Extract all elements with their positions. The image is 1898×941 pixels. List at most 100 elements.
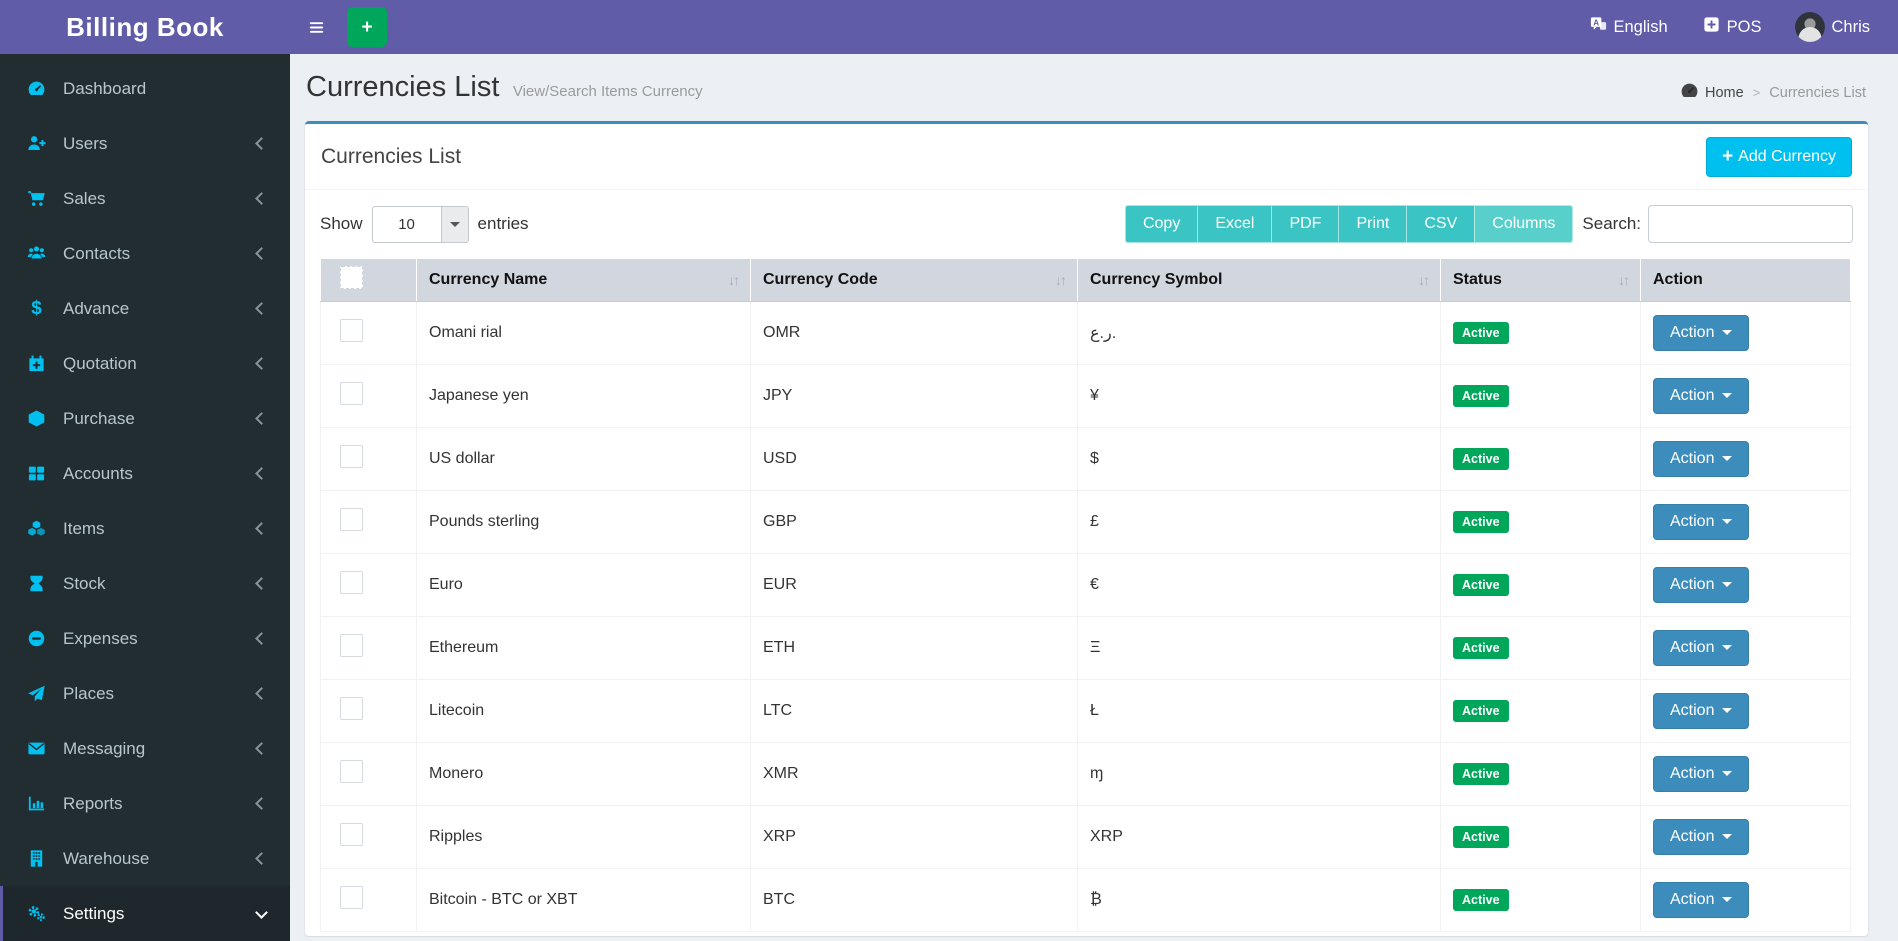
sidebar-item[interactable]: Quotation — [0, 336, 290, 391]
action-label: Action — [1670, 702, 1714, 720]
action-cell: Action — [1641, 805, 1851, 868]
action-dropdown-button[interactable]: Action — [1653, 441, 1749, 477]
sidebar-item-icon — [23, 244, 50, 263]
sidebar-item[interactable]: Reports — [0, 776, 290, 831]
chevron-icon — [255, 797, 268, 810]
sidebar-item-icon — [23, 519, 50, 538]
row-select-cell — [321, 427, 417, 490]
action-cell: Action — [1641, 364, 1851, 427]
select-all-checkbox[interactable] — [340, 266, 363, 289]
add-currency-button[interactable]: + Add Currency — [1706, 137, 1852, 177]
sidebar-item[interactable]: Messaging — [0, 721, 290, 776]
action-dropdown-button[interactable]: Action — [1653, 378, 1749, 414]
language-menu[interactable]: A English — [1589, 15, 1668, 39]
table-row: Omani rial OMR ر.ع. Active Action — [321, 301, 1851, 364]
currency-symbol-cell: $ — [1078, 427, 1441, 490]
sidebar-item-label: Settings — [63, 904, 124, 924]
sidebar-item-icon — [23, 464, 50, 483]
status-badge: Active — [1453, 448, 1509, 470]
quick-add-button[interactable]: + — [347, 7, 387, 47]
status-cell: Active — [1441, 868, 1641, 931]
page-size-select[interactable]: 10 — [372, 206, 469, 243]
row-checkbox[interactable] — [340, 445, 363, 468]
action-dropdown-button[interactable]: Action — [1653, 315, 1749, 351]
action-dropdown-button[interactable]: Action — [1653, 567, 1749, 603]
sidebar-item[interactable]: Places — [0, 666, 290, 721]
sidebar-item[interactable]: Accounts — [0, 446, 290, 501]
export-button[interactable]: Columns — [1474, 205, 1573, 243]
column-header[interactable]: Action ↓↑ — [1641, 259, 1851, 301]
action-label: Action — [1670, 450, 1714, 468]
export-button[interactable]: PDF — [1271, 205, 1339, 243]
action-dropdown-button[interactable]: Action — [1653, 693, 1749, 729]
sidebar-item-label: Messaging — [63, 739, 145, 759]
action-dropdown-button[interactable]: Action — [1653, 756, 1749, 792]
row-select-cell — [321, 490, 417, 553]
status-badge: Active — [1453, 700, 1509, 722]
row-checkbox[interactable] — [340, 697, 363, 720]
row-checkbox[interactable] — [340, 823, 363, 846]
sidebar-item[interactable]: Contacts — [0, 226, 290, 281]
export-button[interactable]: Copy — [1125, 205, 1198, 243]
sidebar-item[interactable]: Warehouse — [0, 831, 290, 886]
sidebar-item[interactable]: Stock — [0, 556, 290, 611]
row-checkbox[interactable] — [340, 634, 363, 657]
sidebar-item[interactable]: Dashboard — [0, 61, 290, 116]
status-cell: Active — [1441, 805, 1641, 868]
sidebar-item-icon — [23, 409, 50, 428]
row-checkbox[interactable] — [340, 886, 363, 909]
sidebar-item-icon — [23, 134, 50, 153]
sort-icon: ↓↑ — [1410, 272, 1428, 288]
search-label: Search: — [1582, 214, 1641, 234]
column-header[interactable]: Status ↓↑ — [1441, 259, 1641, 301]
sidebar-item[interactable]: Sales — [0, 171, 290, 226]
export-button[interactable]: Excel — [1197, 205, 1272, 243]
sidebar-item-label: Warehouse — [63, 849, 149, 869]
sidebar-item[interactable]: Users — [0, 116, 290, 171]
search-input[interactable] — [1648, 205, 1853, 243]
column-header[interactable]: Currency Name ↓↑ — [417, 259, 751, 301]
row-checkbox[interactable] — [340, 760, 363, 783]
plus-square-icon — [1702, 15, 1721, 39]
breadcrumb-home-link[interactable]: Home — [1680, 81, 1744, 104]
show-label: Show — [320, 214, 363, 234]
row-checkbox[interactable] — [340, 382, 363, 405]
status-badge: Active — [1453, 322, 1509, 344]
currency-code-cell: USD — [751, 427, 1078, 490]
row-checkbox[interactable] — [340, 571, 363, 594]
plus-icon: + — [1722, 147, 1733, 167]
card-header: Currencies List + Add Currency — [305, 124, 1868, 190]
currency-symbol-cell: Ξ — [1078, 616, 1441, 679]
chevron-icon — [255, 906, 268, 919]
currency-name-cell: Ethereum — [417, 616, 751, 679]
sidebar-item[interactable]: Expenses — [0, 611, 290, 666]
row-select-cell — [321, 742, 417, 805]
hamburger-icon[interactable] — [290, 0, 343, 54]
sidebar-item[interactable]: Items — [0, 501, 290, 556]
export-button[interactable]: CSV — [1406, 205, 1475, 243]
user-menu[interactable]: Chris — [1795, 12, 1870, 42]
action-cell: Action — [1641, 616, 1851, 679]
column-header[interactable]: Currency Symbol ↓↑ — [1078, 259, 1441, 301]
chevron-icon — [255, 302, 268, 315]
sidebar-item[interactable]: Purchase — [0, 391, 290, 446]
currency-name-cell: Bitcoin - BTC or XBT — [417, 868, 751, 931]
sidebar-item[interactable]: $ Advance — [0, 281, 290, 336]
currency-symbol-cell: ر.ع. — [1078, 301, 1441, 364]
sidebar-item-label: Accounts — [63, 464, 133, 484]
action-dropdown-button[interactable]: Action — [1653, 882, 1749, 918]
action-dropdown-button[interactable]: Action — [1653, 630, 1749, 666]
row-checkbox[interactable] — [340, 319, 363, 342]
row-checkbox[interactable] — [340, 508, 363, 531]
action-dropdown-button[interactable]: Action — [1653, 819, 1749, 855]
status-badge: Active — [1453, 574, 1509, 596]
app-logo[interactable]: Billing Book — [0, 0, 290, 54]
export-button[interactable]: Print — [1338, 205, 1407, 243]
pos-button[interactable]: POS — [1702, 15, 1762, 39]
sidebar-item[interactable]: Settings — [0, 886, 290, 941]
column-header[interactable]: Currency Code ↓↑ — [751, 259, 1078, 301]
chevron-icon — [255, 467, 268, 480]
action-dropdown-button[interactable]: Action — [1653, 504, 1749, 540]
table-row: Bitcoin - BTC or XBT BTC ₿ Active Action — [321, 868, 1851, 931]
currency-code-cell: OMR — [751, 301, 1078, 364]
